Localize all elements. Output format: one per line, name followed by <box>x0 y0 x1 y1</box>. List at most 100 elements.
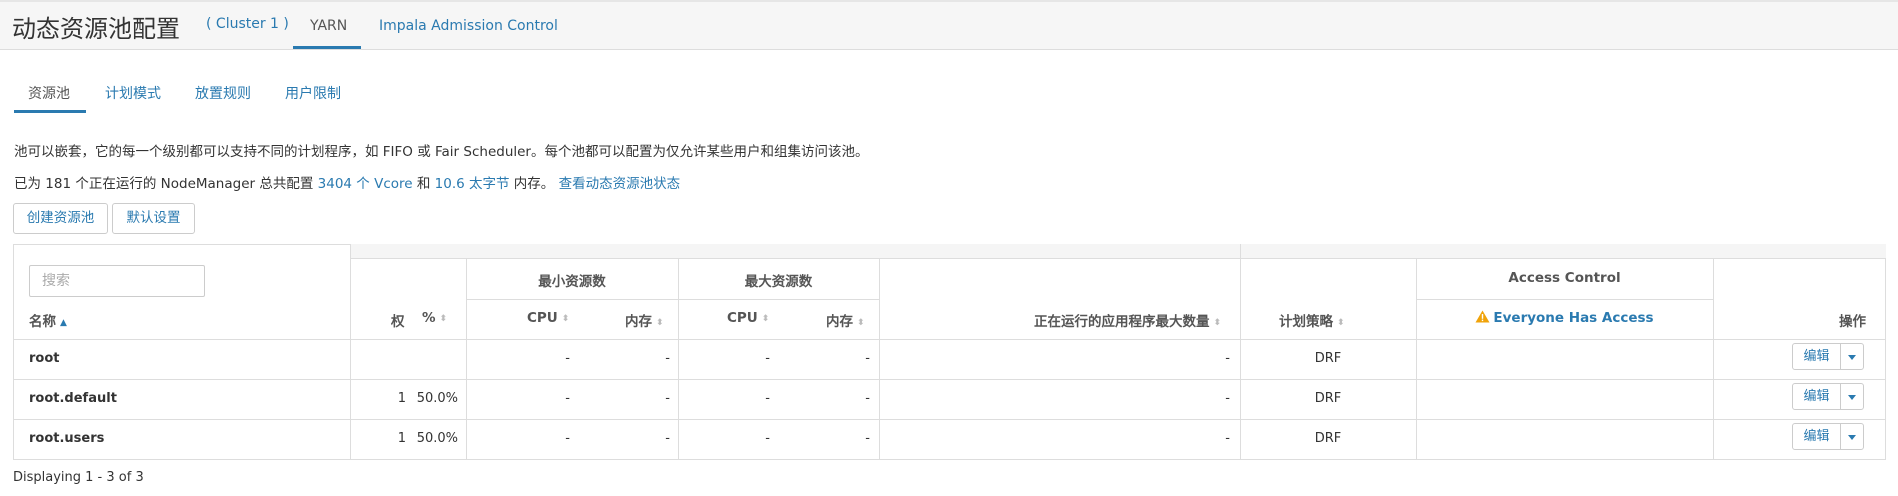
cell-max-running-apps: - <box>1225 351 1230 366</box>
column-header-actions: 操作 <box>1839 314 1866 330</box>
cluster-link[interactable]: ( Cluster 1 ) <box>206 16 289 32</box>
column-header-min-cpu[interactable]: CPU ⬍ <box>527 310 569 326</box>
sort-icon: ⬍ <box>1337 318 1345 328</box>
everyone-has-access-link[interactable]: Everyone Has Access <box>1416 310 1713 326</box>
group-header-access-control: Access Control <box>1508 270 1621 286</box>
column-header-scheduling-policy[interactable]: 计划策略 ⬍ <box>1279 310 1345 330</box>
cell-max-cpu: - <box>765 431 770 446</box>
page-title: 动态资源池配置 <box>12 15 180 43</box>
column-header-scheduling-policy-label: 计划策略 <box>1279 314 1333 330</box>
cell-max-running-apps: - <box>1225 431 1230 446</box>
caret-down-icon <box>1848 435 1856 440</box>
cell-max-memory: - <box>865 431 870 446</box>
cluster-summary: 已为 181 个正在运行的 NodeManager 总共配置 3404 个 Vc… <box>14 172 680 192</box>
row-divider <box>13 379 1886 380</box>
pool-description: 池可以嵌套，它的每一个级别都可以支持不同的计划程序，如 FIFO 或 Fair … <box>14 144 869 160</box>
edit-button[interactable]: 编辑 <box>1792 423 1841 450</box>
column-header-percent-label: % <box>422 310 436 326</box>
column-header-name[interactable]: 名称 ▲ <box>29 310 67 330</box>
pagination-summary: Displaying 1 - 3 of 3 <box>13 470 144 485</box>
subtab-placement-rules[interactable]: 放置规则 <box>195 83 251 103</box>
everyone-has-access-label: Everyone Has Access <box>1493 310 1654 326</box>
column-header-min-cpu-label: CPU <box>527 310 558 326</box>
subtab-resource-pools[interactable]: 资源池 <box>28 83 70 103</box>
edit-button[interactable]: 编辑 <box>1792 383 1841 410</box>
col-divider <box>879 259 880 460</box>
cell-max-memory: - <box>865 391 870 406</box>
cell-max-running-apps: - <box>1225 391 1230 406</box>
cluster-summary-suffix: 内存。 <box>509 176 559 192</box>
cell-min-cpu: - <box>565 431 570 446</box>
row-divider <box>13 419 1886 420</box>
sort-asc-icon: ▲ <box>60 318 67 328</box>
cell-percent: 50.0% <box>416 391 458 406</box>
col-divider <box>1416 259 1417 460</box>
column-header-min-memory[interactable]: 内存 ⬍ <box>625 310 664 330</box>
column-header-max-cpu-label: CPU <box>727 310 758 326</box>
edit-dropdown-toggle[interactable] <box>1840 423 1864 450</box>
edit-dropdown-toggle[interactable] <box>1840 383 1864 410</box>
cell-max-memory: - <box>865 351 870 366</box>
sort-icon: ⬍ <box>857 318 865 328</box>
tab-yarn[interactable]: YARN <box>310 18 347 34</box>
tab-impala-admission-control[interactable]: Impala Admission Control <box>379 18 558 34</box>
vcore-link[interactable]: 3404 个 Vcore <box>318 176 413 192</box>
cell-weight: 1 <box>397 431 406 446</box>
cell-min-memory: - <box>665 351 670 366</box>
default-settings-button[interactable]: 默认设置 <box>112 203 195 234</box>
subtab-active-indicator <box>14 110 86 113</box>
edit-button-group: 编辑 <box>1792 383 1864 410</box>
col-divider <box>1713 259 1714 460</box>
group-header-min-resources: 最小资源数 <box>538 274 606 290</box>
table-top-band <box>350 244 1886 259</box>
sort-icon: ⬍ <box>1213 318 1222 328</box>
column-header-max-running-apps-label: 正在运行的应用程序最大数量 <box>1034 314 1210 330</box>
subtab-user-limits[interactable]: 用户限制 <box>285 83 341 103</box>
cell-min-memory: - <box>665 431 670 446</box>
pool-name[interactable]: root.users <box>29 431 104 446</box>
edit-button-group: 编辑 <box>1792 423 1864 450</box>
cell-max-cpu: - <box>765 391 770 406</box>
cell-scheduling-policy: DRF <box>1314 391 1342 406</box>
column-header-max-cpu[interactable]: CPU ⬍ <box>727 310 769 326</box>
edit-button-group: 编辑 <box>1792 343 1864 370</box>
tab-yarn-active-indicator <box>293 46 361 49</box>
warning-icon <box>1475 310 1490 323</box>
view-pool-status-link[interactable]: 查看动态资源池状态 <box>559 176 681 192</box>
cell-min-cpu: - <box>565 391 570 406</box>
cell-weight: 1 <box>397 391 406 406</box>
column-header-percent[interactable]: % ⬍ <box>422 310 447 326</box>
create-pool-button[interactable]: 创建资源池 <box>13 203 108 234</box>
column-header-weight[interactable]: 权 <box>391 310 405 330</box>
sort-icon: ⬍ <box>561 314 570 324</box>
sort-icon: ⬍ <box>761 314 770 324</box>
pool-name[interactable]: root.default <box>29 391 117 406</box>
cell-max-cpu: - <box>765 351 770 366</box>
pool-name[interactable]: root <box>29 351 60 366</box>
search-input[interactable] <box>29 265 205 297</box>
header-bottom-divider <box>13 339 1886 340</box>
cluster-summary-and: 和 <box>412 176 435 192</box>
column-header-max-memory[interactable]: 内存 ⬍ <box>826 310 865 330</box>
column-header-max-memory-label: 内存 <box>826 314 853 330</box>
cell-scheduling-policy: DRF <box>1314 351 1342 366</box>
caret-down-icon <box>1848 355 1856 360</box>
column-header-min-memory-label: 内存 <box>625 314 652 330</box>
group-header-max-resources: 最大资源数 <box>744 274 813 290</box>
group-header-divider <box>466 299 879 300</box>
cluster-summary-prefix: 已为 181 个正在运行的 NodeManager 总共配置 <box>14 176 318 192</box>
column-header-name-label: 名称 <box>29 314 56 330</box>
caret-down-icon <box>1848 395 1856 400</box>
cell-percent: 50.0% <box>416 431 458 446</box>
col-divider <box>350 244 351 460</box>
edit-button[interactable]: 编辑 <box>1792 343 1841 370</box>
edit-dropdown-toggle[interactable] <box>1840 343 1864 370</box>
memory-link[interactable]: 10.6 太字节 <box>435 176 510 192</box>
cell-scheduling-policy: DRF <box>1314 431 1342 446</box>
group-header-divider <box>1416 299 1713 300</box>
sort-icon: ⬍ <box>656 318 664 328</box>
sort-icon: ⬍ <box>439 314 448 324</box>
subtab-scheduling-rules[interactable]: 计划模式 <box>105 83 161 103</box>
cell-min-cpu: - <box>565 351 570 366</box>
column-header-max-running-apps[interactable]: 正在运行的应用程序最大数量 ⬍ <box>1034 310 1221 330</box>
